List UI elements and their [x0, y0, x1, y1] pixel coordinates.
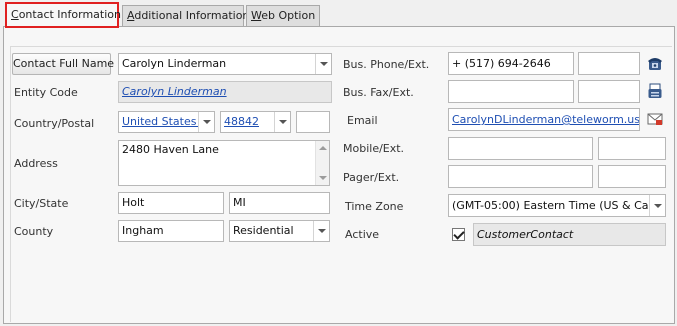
tab-bar: Contact Information Additional Informati…	[0, 0, 677, 28]
mobile-ext-input[interactable]	[598, 137, 666, 160]
tab-additional-information[interactable]: Additional Information	[122, 5, 249, 26]
scrollbar[interactable]	[315, 141, 329, 185]
address-value: 2480 Haven Lane	[122, 143, 219, 156]
bus-fax-ext-input[interactable]	[578, 80, 640, 103]
tab-web-option[interactable]: Web Option	[246, 5, 320, 26]
contact-type-field: CustomerContact	[473, 223, 666, 246]
state-input[interactable]: MI	[229, 192, 330, 214]
mobile-input[interactable]	[448, 137, 593, 160]
contact-full-name-button[interactable]: Contact Full Name	[12, 53, 114, 75]
bus-fax-label: Bus. Fax/Ext.	[343, 86, 414, 99]
entity-code-value[interactable]: Carolyn Linderman	[122, 85, 227, 98]
pager-ext-input[interactable]	[598, 165, 666, 188]
tab-label-hotkey: C	[11, 8, 19, 21]
active-checkbox[interactable]	[452, 228, 465, 241]
postal-ext-input[interactable]	[296, 111, 330, 133]
tab-contact-information[interactable]: Contact Information	[5, 2, 121, 28]
entity-code-label: Entity Code	[14, 86, 78, 99]
address-type-combo[interactable]: Residential	[229, 220, 330, 242]
city-state-label: City/State	[14, 197, 69, 210]
tab-label: dditional Information	[134, 9, 250, 22]
mobile-label: Mobile/Ext.	[343, 142, 405, 155]
county-input[interactable]: Ingham	[118, 220, 224, 242]
email-icon[interactable]	[647, 111, 663, 127]
email-input[interactable]: CarolynDLinderman@teleworm.us	[448, 108, 640, 131]
entity-code-field[interactable]: Carolyn Linderman	[118, 81, 332, 103]
pager-input[interactable]	[448, 165, 593, 188]
timezone-value: (GMT-05:00) Eastern Time (US & Canada)	[452, 199, 666, 212]
contact-full-name-value: Carolyn Linderman	[122, 57, 227, 70]
contact-type-value: CustomerContact	[477, 228, 574, 241]
address-textarea[interactable]: 2480 Haven Lane	[118, 140, 330, 186]
active-label: Active	[345, 228, 380, 241]
chevron-down-icon[interactable]	[274, 112, 290, 132]
bus-phone-input[interactable]: + (517) 694-2646	[448, 52, 574, 75]
bus-fax-input[interactable]	[448, 80, 574, 103]
contact-full-name-combo[interactable]: Carolyn Linderman	[118, 53, 332, 75]
tab-label: ontact Information	[18, 8, 121, 21]
postal-value[interactable]: 48842	[224, 115, 259, 128]
tab-label: eb Option	[261, 9, 316, 22]
pager-label: Pager/Ext.	[343, 171, 400, 184]
scroll-up-icon[interactable]	[319, 146, 327, 150]
county-label: County	[14, 225, 54, 238]
bus-phone-label: Bus. Phone/Ext.	[343, 58, 430, 71]
timezone-combo[interactable]: (GMT-05:00) Eastern Time (US & Canada)	[448, 194, 666, 217]
chevron-down-icon[interactable]	[649, 195, 665, 216]
chevron-down-icon[interactable]	[315, 54, 331, 74]
address-type-value: Residential	[233, 224, 294, 237]
bus-phone-ext-input[interactable]	[578, 52, 640, 75]
email-label: Email	[347, 114, 378, 127]
chevron-down-icon[interactable]	[198, 112, 214, 132]
country-postal-label: Country/Postal	[14, 117, 95, 130]
timezone-label: Time Zone	[345, 200, 404, 213]
telephone-icon[interactable]	[647, 55, 663, 71]
country-combo[interactable]: United States of	[118, 111, 215, 133]
chevron-down-icon[interactable]	[313, 221, 329, 241]
city-input[interactable]: Holt	[118, 192, 224, 214]
postal-combo[interactable]: 48842	[220, 111, 291, 133]
tab-label-hotkey: W	[251, 9, 262, 22]
fax-icon[interactable]	[647, 83, 663, 99]
address-label: Address	[14, 157, 58, 170]
email-value[interactable]: CarolynDLinderman@teleworm.us	[452, 113, 639, 126]
scroll-down-icon[interactable]	[319, 176, 327, 180]
